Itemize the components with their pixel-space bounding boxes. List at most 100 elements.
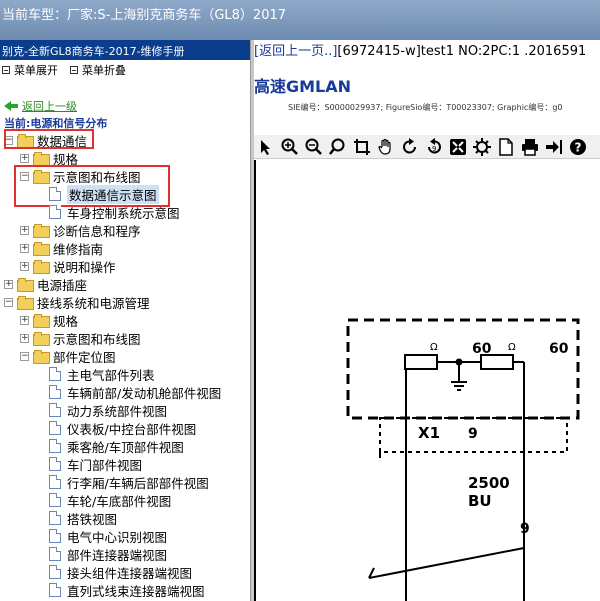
tree-document-item[interactable]: 接头组件连接器端视图 bbox=[36, 563, 192, 581]
export-tool[interactable] bbox=[544, 137, 564, 157]
back-link[interactable]: 返回上一级 bbox=[4, 98, 77, 114]
expand-toggle-icon[interactable]: + bbox=[20, 315, 29, 325]
tree-folder-item[interactable]: − 接线系统和电源管理 bbox=[4, 293, 150, 311]
tree-item-label: 电源插座 bbox=[37, 277, 88, 293]
document-icon bbox=[49, 511, 61, 525]
document-icon bbox=[49, 529, 61, 543]
tree-document-item[interactable]: 车辆前部/发动机舱部件视图 bbox=[36, 383, 221, 401]
tree-document-item[interactable]: 车身控制系统示意图 bbox=[36, 203, 180, 221]
collapse-toggle-icon[interactable]: − bbox=[4, 297, 13, 307]
document-icon bbox=[49, 421, 61, 435]
tree-folder-item[interactable]: − 部件定位图 bbox=[20, 347, 116, 365]
folder-icon bbox=[33, 152, 50, 166]
svg-text:9: 9 bbox=[432, 145, 436, 153]
expand-toggle-icon[interactable]: + bbox=[4, 279, 13, 289]
tree-document-item[interactable]: 部件连接器端视图 bbox=[36, 545, 167, 563]
folder-icon bbox=[33, 314, 50, 328]
tree-item-label: 搭铁视图 bbox=[67, 511, 118, 527]
tree-item-label: 部件连接器端视图 bbox=[67, 547, 168, 563]
tree-folder-item[interactable]: + 诊断信息和程序 bbox=[20, 221, 141, 239]
collapse-icon bbox=[70, 66, 78, 74]
pan-hand-icon bbox=[378, 138, 391, 155]
folder-icon bbox=[33, 332, 50, 346]
tree-document-item[interactable]: 搭铁视图 bbox=[36, 509, 117, 527]
resistor-left bbox=[404, 354, 438, 370]
search-tool[interactable] bbox=[328, 137, 348, 157]
folder-icon bbox=[33, 224, 50, 238]
tree-item-label: 数据通信示意图 bbox=[67, 184, 159, 204]
tree-item-label: 接头组件连接器端视图 bbox=[67, 565, 193, 581]
tree-item-label: 维修指南 bbox=[53, 241, 104, 257]
document-icon bbox=[49, 475, 61, 489]
rotate-left-tool[interactable]: 9 bbox=[424, 137, 444, 157]
tree-toolbar: 菜单展开 菜单折叠 bbox=[0, 60, 250, 80]
fit-page-icon bbox=[450, 138, 466, 155]
back-page-link[interactable]: [返回上一页..] bbox=[254, 44, 337, 59]
tree-document-item[interactable]: 车门部件视图 bbox=[36, 455, 142, 473]
document-icon bbox=[49, 385, 61, 399]
tree-document-item[interactable]: 动力系统部件视图 bbox=[36, 401, 167, 419]
settings-tool[interactable] bbox=[472, 137, 492, 157]
crop-tool[interactable] bbox=[352, 137, 372, 157]
tree-folder-item[interactable]: + 示意图和布线图 bbox=[20, 329, 141, 347]
tree-folder-item[interactable]: + 说明和操作 bbox=[20, 257, 116, 275]
zoom-out-icon bbox=[305, 138, 322, 155]
pointer-tool[interactable] bbox=[256, 137, 276, 157]
tree-document-item[interactable]: 主电气部件列表 bbox=[36, 365, 155, 383]
expand-toggle-icon[interactable]: + bbox=[20, 333, 29, 343]
tree-item-label: 仪表板/中控台部件视图 bbox=[67, 421, 197, 437]
folder-icon bbox=[33, 350, 50, 364]
pan-tool[interactable] bbox=[376, 137, 396, 157]
zoom-in-tool[interactable] bbox=[280, 137, 300, 157]
resistor-unit-right: Ω bbox=[508, 342, 516, 353]
folder-icon bbox=[17, 296, 34, 310]
rotate-right-tool[interactable] bbox=[400, 137, 420, 157]
tree-item-label: 电气中心识别视图 bbox=[67, 529, 168, 545]
print-tool[interactable] bbox=[520, 137, 540, 157]
search-icon bbox=[329, 138, 345, 155]
collapse-all-button[interactable]: 菜单折叠 bbox=[70, 63, 126, 77]
settings-icon bbox=[473, 137, 491, 156]
rotate-left-icon: 9 bbox=[428, 137, 441, 153]
zoom-out-tool[interactable] bbox=[304, 137, 324, 157]
tree-folder-item[interactable]: + 电源插座 bbox=[4, 275, 87, 293]
tree-document-item[interactable]: 数据通信示意图 bbox=[36, 184, 159, 204]
tree-item-label: 行李厢/车辆后部部件视图 bbox=[67, 475, 209, 491]
document-icon bbox=[49, 583, 61, 597]
expand-toggle-icon[interactable]: + bbox=[20, 261, 29, 271]
expand-toggle-icon[interactable]: + bbox=[20, 243, 29, 253]
schematic-svg: Ω Ω 60 60 X1 9 2500 BU 9 bbox=[254, 160, 580, 601]
tree-item-label: 车轮/车底部件视图 bbox=[67, 493, 172, 509]
print-icon bbox=[522, 138, 538, 156]
help-tool[interactable]: ? bbox=[568, 137, 588, 157]
pointer-icon bbox=[261, 139, 270, 155]
tree-folder-item[interactable]: + 规格 bbox=[20, 311, 78, 329]
resistor-right bbox=[480, 354, 514, 370]
tree-item-label: 动力系统部件视图 bbox=[67, 403, 168, 419]
tree-document-item[interactable]: 车轮/车底部件视图 bbox=[36, 491, 171, 509]
document-icon bbox=[49, 493, 61, 507]
export-icon bbox=[546, 139, 562, 154]
document-title: 高速GMLAN bbox=[254, 77, 352, 96]
resistor-unit-left: Ω bbox=[430, 342, 438, 353]
page-tool[interactable] bbox=[496, 137, 516, 157]
tree-document-item[interactable]: 乘客舱/车顶部件视图 bbox=[36, 437, 184, 455]
viewer-toolbar: 9 ? bbox=[254, 135, 600, 159]
expand-all-label: 菜单展开 bbox=[14, 64, 58, 77]
fit-page-tool[interactable] bbox=[448, 137, 468, 157]
collapse-toggle-icon[interactable]: − bbox=[20, 351, 29, 361]
help-icon: ? bbox=[570, 138, 586, 155]
tree-document-item[interactable]: 仪表板/中控台部件视图 bbox=[36, 419, 196, 437]
expand-toggle-icon[interactable]: + bbox=[20, 153, 29, 163]
tree-folder-item[interactable]: + 维修指南 bbox=[20, 239, 103, 257]
pin-label: 9 bbox=[468, 426, 478, 442]
tree-document-item[interactable]: 电气中心识别视图 bbox=[36, 527, 167, 545]
connector-label: X1 bbox=[418, 424, 440, 442]
document-icon bbox=[49, 367, 61, 381]
tree-document-item[interactable]: 直列式线束连接器端视图 bbox=[36, 581, 205, 599]
tree-document-item[interactable]: 行李厢/车辆后部部件视图 bbox=[36, 473, 209, 491]
resistor-value-left: 60 bbox=[472, 341, 492, 357]
expand-all-button[interactable]: 菜单展开 bbox=[2, 63, 58, 77]
tree-item-label: 乘客舱/车顶部件视图 bbox=[67, 439, 184, 455]
expand-toggle-icon[interactable]: + bbox=[20, 225, 29, 235]
